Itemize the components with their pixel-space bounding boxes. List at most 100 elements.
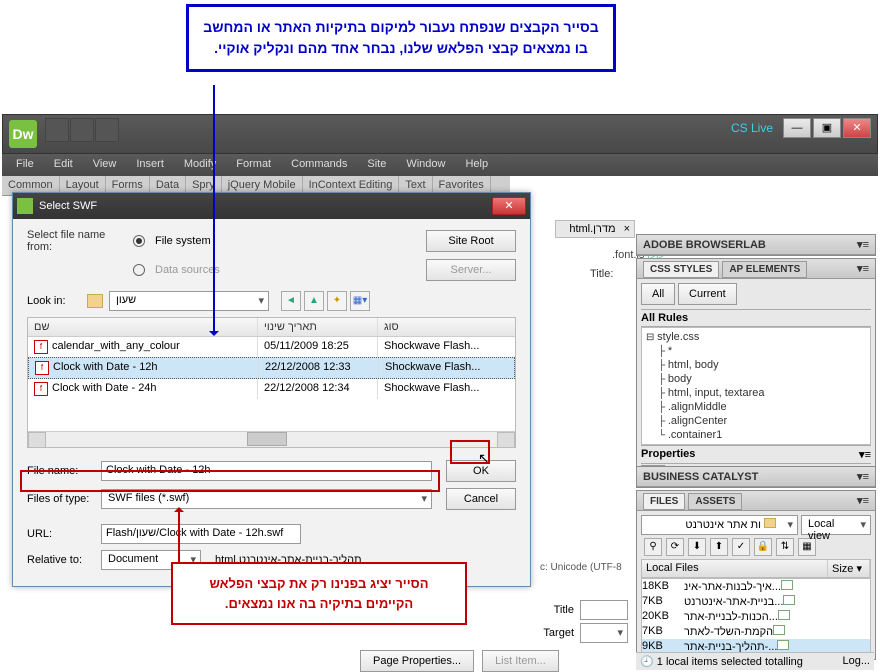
log-link[interactable]: Log... xyxy=(842,655,870,668)
panel-files: FILES ASSETS ▾≡ ות אתר אינטרנט Local view… xyxy=(636,490,876,660)
file-row[interactable]: fClock with Date - 12h 22/12/2008 12:33 … xyxy=(28,357,515,379)
panel-menu-icon[interactable]: ▾≡ xyxy=(859,448,871,461)
site-dropdown[interactable]: ות אתר אינטרנט xyxy=(641,515,798,535)
quick-toolbar xyxy=(45,118,119,142)
restore-button[interactable]: ▣ xyxy=(813,118,841,138)
file-row[interactable]: fClock with Date - 24h 22/12/2008 12:34 … xyxy=(28,379,515,399)
menubar: File Edit View Insert Modify Format Comm… xyxy=(2,154,878,176)
document-tab[interactable]: ×מדרן.html xyxy=(555,220,635,238)
css-rule[interactable]: ├ * xyxy=(644,344,868,358)
up-icon[interactable]: ▲ xyxy=(304,291,324,311)
prop-target-dropdown[interactable] xyxy=(580,623,628,643)
menu-format[interactable]: Format xyxy=(226,154,281,176)
back-icon[interactable]: ◄ xyxy=(281,291,301,311)
file-row[interactable]: הקמת-השלד-לאתר7KB xyxy=(642,624,870,639)
app-chrome: Dw CS Live — ▣ ✕ xyxy=(2,114,878,154)
css-rule[interactable]: ├ .alignCenter xyxy=(644,414,868,428)
swf-icon: f xyxy=(35,361,49,375)
radio-datasources-label: Data sources xyxy=(155,264,220,276)
close-button[interactable]: ✕ xyxy=(843,118,871,138)
radio-filesystem[interactable] xyxy=(133,235,145,247)
folder-icon xyxy=(87,294,103,308)
url-input[interactable]: Flash/שעון/Clock with Date - 12h.swf xyxy=(101,524,301,544)
extend-btn[interactable] xyxy=(70,118,94,142)
panel-menu-icon[interactable]: ▾≡ xyxy=(857,262,869,275)
css-file[interactable]: ⊟ style.css xyxy=(644,330,868,344)
panel-menu-icon[interactable]: ▾≡ xyxy=(857,470,869,483)
col-type[interactable]: סוג xyxy=(378,318,503,336)
menu-modify[interactable]: Modify xyxy=(174,154,226,176)
lookin-dropdown[interactable]: שעון xyxy=(109,291,269,311)
menu-site[interactable]: Site xyxy=(357,154,396,176)
menu-edit[interactable]: Edit xyxy=(44,154,83,176)
html-icon xyxy=(781,580,793,590)
file-list-scrollbar[interactable] xyxy=(28,431,515,447)
radio-filesystem-label: File system xyxy=(155,235,211,247)
connect-icon[interactable]: ⚲ xyxy=(644,538,662,556)
file-row[interactable]: ...איך-לבנות-אתר-אינ18KB xyxy=(642,579,870,594)
sync-icon[interactable]: ⇅ xyxy=(776,538,794,556)
file-list: שם תאריך שינוי סוג fcalendar_with_any_co… xyxy=(27,317,516,448)
menu-view[interactable]: View xyxy=(83,154,127,176)
cslive-label[interactable]: CS Live xyxy=(723,121,781,135)
menu-window[interactable]: Window xyxy=(396,154,455,176)
css-rule[interactable]: ├ .alignMiddle xyxy=(644,400,868,414)
swf-icon: f xyxy=(34,340,48,354)
css-current-button[interactable]: Current xyxy=(678,283,737,305)
minimize-button[interactable]: — xyxy=(783,118,811,138)
tab-css-styles[interactable]: CSS STYLES xyxy=(643,261,719,278)
cancel-button[interactable]: Cancel xyxy=(446,488,516,510)
css-rule[interactable]: ├ html, body xyxy=(644,358,868,372)
put-icon[interactable]: ⬆ xyxy=(710,538,728,556)
file-row[interactable]: ...בניית-אתר-אינטרנט7KB xyxy=(642,594,870,609)
folder-icon xyxy=(764,518,776,528)
list-item-button: List Item... xyxy=(482,650,559,672)
html-icon xyxy=(773,625,785,635)
file-row[interactable]: fcalendar_with_any_colour 05/11/2009 18:… xyxy=(28,337,515,357)
checkout-icon[interactable]: ✓ xyxy=(732,538,750,556)
properties-header: Properties xyxy=(641,448,695,461)
layout-btn[interactable] xyxy=(45,118,69,142)
menu-commands[interactable]: Commands xyxy=(281,154,357,176)
tab-assets[interactable]: ASSETS xyxy=(688,493,742,510)
col-localfiles[interactable]: Local Files xyxy=(642,560,828,577)
panel-menu-icon[interactable]: ▾≡ xyxy=(857,238,869,251)
panel-business-catalyst[interactable]: BUSINESS CATALYST▾≡ xyxy=(636,466,876,488)
panel-browserlab[interactable]: ADOBE BROWSERLAB▾≡ xyxy=(636,234,876,256)
radio-datasources[interactable] xyxy=(133,264,145,276)
site-root-button[interactable]: Site Root xyxy=(426,230,516,252)
swf-icon: f xyxy=(34,382,48,396)
css-rule[interactable]: ├ html, input, textarea xyxy=(644,386,868,400)
css-all-button[interactable]: All xyxy=(641,283,675,305)
filetype-dropdown[interactable]: SWF files (*.swf) xyxy=(101,489,432,509)
panel-css: CSS STYLES AP ELEMENTS▾≡ All Current All… xyxy=(636,258,876,484)
filename-input[interactable]: Clock with Date - 12h xyxy=(101,461,432,481)
col-date[interactable]: תאריך שינוי xyxy=(258,318,378,336)
relative-label: Relative to: xyxy=(27,554,95,566)
checkin-icon[interactable]: 🔒 xyxy=(754,538,772,556)
col-size[interactable]: Size ▾ xyxy=(828,560,870,577)
dialog-title: Select SWF xyxy=(39,200,97,212)
tab-ap-elements[interactable]: AP ELEMENTS xyxy=(722,261,807,278)
get-icon[interactable]: ⬇ xyxy=(688,538,706,556)
file-row[interactable]: ...הכנות-לבניית-אתר20KB xyxy=(642,609,870,624)
newfolder-icon[interactable]: ✦ xyxy=(327,291,347,311)
page-properties-button[interactable]: Page Properties... xyxy=(360,650,474,672)
col-name[interactable]: שם xyxy=(28,318,258,336)
lookin-label: Look in: xyxy=(27,295,81,307)
tab-files[interactable]: FILES xyxy=(643,493,685,510)
css-rule[interactable]: ├ body xyxy=(644,372,868,386)
site-btn[interactable] xyxy=(95,118,119,142)
prop-title-input[interactable] xyxy=(580,600,628,620)
viewmenu-icon[interactable]: ▦▾ xyxy=(350,291,370,311)
panel-menu-icon[interactable]: ▾≡ xyxy=(857,494,869,507)
menu-insert[interactable]: Insert xyxy=(126,154,174,176)
refresh-icon[interactable]: ⟳ xyxy=(666,538,684,556)
dialog-close-button[interactable]: ✕ xyxy=(492,197,526,215)
menu-file[interactable]: File xyxy=(6,154,44,176)
cursor-icon: ↖ xyxy=(478,450,490,467)
view-dropdown[interactable]: Local view xyxy=(801,515,871,535)
menu-help[interactable]: Help xyxy=(455,154,498,176)
arrow-red xyxy=(178,510,180,564)
css-rule[interactable]: └ .container1 xyxy=(644,428,868,442)
